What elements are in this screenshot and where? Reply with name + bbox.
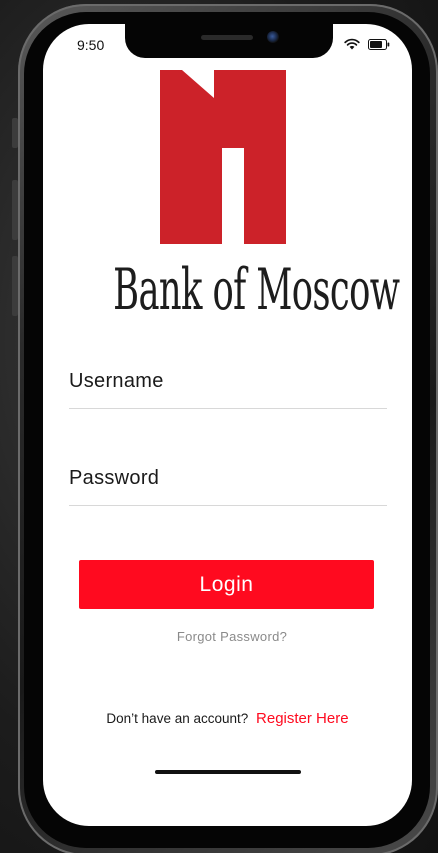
status-icons <box>344 38 390 50</box>
speaker-grille <box>201 35 253 40</box>
register-prompt-text: Don’t have an account? <box>106 711 249 726</box>
wifi-icon <box>344 38 360 50</box>
notch <box>125 24 333 58</box>
bank-logo <box>160 70 286 244</box>
device-mockup-background: 9:50 Bank of Moscow Username Password Lo… <box>0 0 438 853</box>
home-indicator[interactable] <box>155 770 301 774</box>
bank-name: Bank of Moscow <box>113 257 400 323</box>
status-time: 9:50 <box>77 37 105 53</box>
username-field[interactable]: Username <box>69 368 391 410</box>
front-camera-icon <box>267 31 279 43</box>
username-input[interactable] <box>69 368 391 410</box>
register-prompt: Don’t have an account? Register Here <box>43 710 412 727</box>
login-button[interactable]: Login <box>79 560 374 609</box>
forgot-password-link[interactable]: Forgot Password? <box>43 629 412 644</box>
register-link[interactable]: Register Here <box>256 710 349 727</box>
password-input[interactable] <box>69 465 391 507</box>
battery-icon <box>368 38 390 50</box>
app-screen: 9:50 Bank of Moscow Username Password Lo… <box>43 24 412 826</box>
password-field[interactable]: Password <box>69 465 391 507</box>
